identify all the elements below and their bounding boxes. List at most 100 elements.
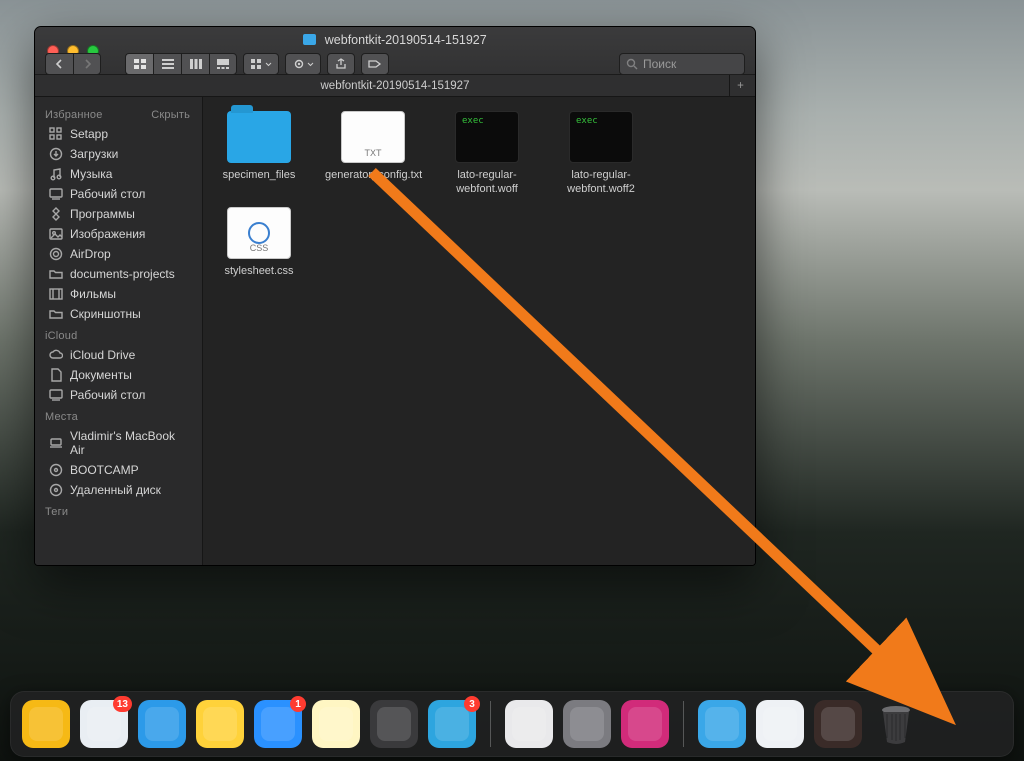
chevron-left-icon: [55, 59, 64, 69]
sidebar-item[interactable]: Рабочий стол: [35, 385, 198, 405]
arrange-button[interactable]: [243, 53, 279, 75]
grid-icon: [134, 59, 146, 69]
dock-app-settings[interactable]: [563, 700, 611, 748]
notes-icon: [319, 707, 353, 741]
sidebar-item[interactable]: documents-projects: [35, 264, 198, 284]
view-columns-button[interactable]: [181, 53, 209, 75]
action-group: [285, 53, 321, 75]
sidebar-item[interactable]: Документы: [35, 365, 198, 385]
file-item[interactable]: generator_config.txt: [325, 111, 421, 197]
sidebar-item[interactable]: Музыка: [35, 164, 198, 184]
finder-window: webfontkit-20190514-151927: [34, 26, 756, 566]
sidebar-section-header: Избранное Скрыть: [35, 103, 198, 124]
back-button[interactable]: [45, 53, 73, 75]
sidebar-item-label: Рабочий стол: [70, 388, 145, 402]
trash-icon: [876, 702, 916, 746]
file-name: specimen_files: [211, 169, 307, 183]
new-tab-button[interactable]: +: [729, 75, 751, 96]
nav-buttons: [45, 53, 101, 75]
sidebar-item[interactable]: Рабочий стол: [35, 184, 198, 204]
file-name: generator_config.txt: [325, 169, 421, 183]
sidebar-item[interactable]: Изображения: [35, 224, 198, 244]
sidebar-item-label: Документы: [70, 368, 132, 382]
action-button[interactable]: [285, 53, 321, 75]
search-placeholder-text: Поиск: [643, 57, 676, 71]
sidebar-section-title: Теги: [45, 506, 68, 518]
sidebar-item-label: Загрузки: [70, 147, 118, 161]
sidebar-item-label: AirDrop: [70, 247, 111, 261]
toolbar: Поиск: [35, 53, 755, 75]
dock-app-mail[interactable]: 13: [80, 700, 128, 748]
txt-icon: [341, 111, 405, 163]
dock-app-pdf-doc[interactable]: [756, 700, 804, 748]
exec-icon: [455, 111, 519, 163]
chevron-right-icon: [83, 59, 92, 69]
share-button[interactable]: [327, 53, 355, 75]
exec-icon: [569, 111, 633, 163]
sidebar-item[interactable]: Vladimir's MacBook Air: [35, 426, 198, 460]
badge: 13: [113, 696, 132, 712]
dock-app-butterfly[interactable]: [196, 700, 244, 748]
badge: 1: [290, 696, 306, 712]
dock-app-notes[interactable]: [312, 700, 360, 748]
dock-app-calendar-app[interactable]: [505, 700, 553, 748]
dock-app-dropbox-folder[interactable]: [698, 700, 746, 748]
view-list-button[interactable]: [153, 53, 181, 75]
view-gallery-button[interactable]: [209, 53, 237, 75]
dock-app-forklift[interactable]: [22, 700, 70, 748]
content-area[interactable]: specimen_files generator_config.txt lato-r…: [203, 97, 755, 565]
dock-app-cleanmymac[interactable]: [621, 700, 669, 748]
sidebar-hide-button[interactable]: Скрыть: [151, 109, 190, 121]
tab-active[interactable]: webfontkit-20190514-151927: [35, 80, 755, 92]
folder-icon: [227, 111, 291, 163]
sidebar-item-label: Рабочий стол: [70, 187, 145, 201]
dock: 1313: [10, 691, 1014, 757]
sidebar-item[interactable]: BOOTCAMP: [35, 460, 198, 480]
butterfly-icon: [203, 707, 237, 741]
sidebar-item-label: Фильмы: [70, 287, 116, 301]
sidebar-section-header: iCloud: [35, 324, 198, 345]
sidebar-section-title: Места: [45, 411, 78, 423]
settings-icon: [570, 707, 604, 741]
sidebar-item[interactable]: AirDrop: [35, 244, 198, 264]
tab-bar: webfontkit-20190514-151927 +: [35, 75, 755, 97]
window-title-text: webfontkit-20190514-151927: [325, 33, 487, 47]
dock-app-image-stack[interactable]: [814, 700, 862, 748]
sidebar-section-title: iCloud: [45, 330, 77, 342]
finder-body: Избранное Скрыть Setapp Загрузки Музыка Рабоч…: [35, 97, 755, 565]
share-icon: [335, 58, 347, 70]
grid-small-icon: [251, 59, 263, 69]
sidebar-item[interactable]: Фильмы: [35, 284, 198, 304]
sidebar-item[interactable]: Setapp: [35, 124, 198, 144]
sidebar-section-title: Избранное: [45, 109, 103, 121]
view-icons-button[interactable]: [125, 53, 153, 75]
sidebar-item[interactable]: Скриншотны: [35, 304, 198, 324]
file-name: lato-regular-webfont.woff: [439, 169, 535, 197]
dock-app-appstore[interactable]: 1: [254, 700, 302, 748]
search-field[interactable]: Поиск: [619, 53, 745, 75]
image-stack-icon: [821, 707, 855, 741]
dock-app-telegram[interactable]: 3: [428, 700, 476, 748]
forward-button[interactable]: [73, 53, 101, 75]
forklift-icon: [29, 707, 63, 741]
sidebar-item-label: Удаленный диск: [70, 483, 161, 497]
file-item[interactable]: stylesheet.css: [211, 207, 307, 279]
sidebar-item[interactable]: Программы: [35, 204, 198, 224]
dock-app-safari[interactable]: [138, 700, 186, 748]
file-item[interactable]: lato-regular-webfont.woff: [439, 111, 535, 197]
css-icon: [227, 207, 291, 259]
sidebar-item[interactable]: Загрузки: [35, 144, 198, 164]
gear-icon: [293, 58, 305, 70]
sidebar-item[interactable]: Удаленный диск: [35, 480, 198, 500]
dock-trash[interactable]: [872, 700, 920, 748]
tags-button[interactable]: [361, 53, 389, 75]
sidebar-item[interactable]: iCloud Drive: [35, 345, 198, 365]
dock-app-finalcut[interactable]: [370, 700, 418, 748]
file-item[interactable]: specimen_files: [211, 111, 307, 197]
sidebar-item-label: Vladimir's MacBook Air: [70, 429, 192, 457]
sidebar-item-label: Программы: [70, 207, 135, 221]
sidebar: Избранное Скрыть Setapp Загрузки Музыка Рабоч…: [35, 97, 203, 565]
sidebar-item-label: Изображения: [70, 227, 145, 241]
sidebar-item-label: BOOTCAMP: [70, 463, 139, 477]
file-item[interactable]: lato-regular-webfont.woff2: [553, 111, 649, 197]
